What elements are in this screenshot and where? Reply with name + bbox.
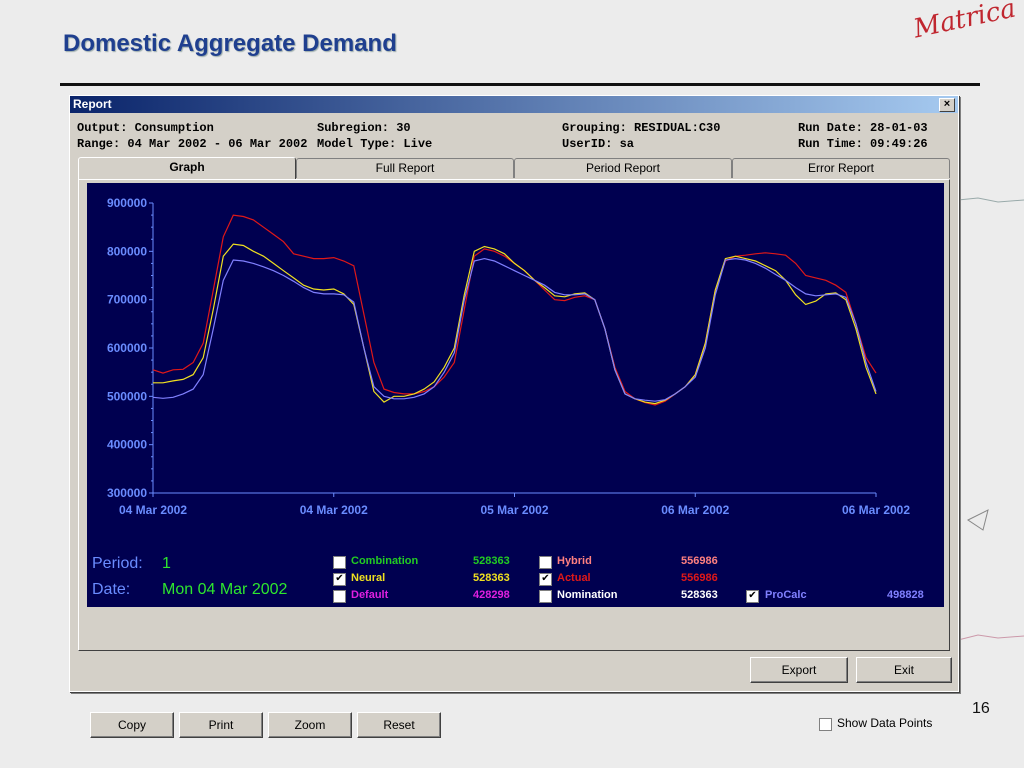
- date-label: Date:: [92, 581, 131, 598]
- x-tick-label: 06 Mar 2002: [661, 503, 729, 517]
- legend-checkbox-combination[interactable]: [333, 556, 346, 569]
- window-title: Report: [73, 97, 112, 111]
- y-tick-label: 800000: [107, 244, 147, 258]
- tab-period-report[interactable]: Period Report: [514, 158, 732, 178]
- show-data-points-checkbox[interactable]: [819, 718, 832, 731]
- legend-value-procalc: 498828: [887, 589, 924, 601]
- legend-value-combination: 528363: [473, 555, 510, 567]
- series-line-neural: [153, 243, 877, 405]
- x-tick-label: 04 Mar 2002: [119, 503, 187, 517]
- zoom-button[interactable]: Zoom: [268, 712, 352, 738]
- export-button[interactable]: Export: [750, 657, 848, 683]
- tab-graph[interactable]: Graph: [78, 157, 296, 179]
- window-titlebar: Report ×: [70, 96, 958, 113]
- matrica-logo: Matrica: [911, 0, 1019, 45]
- graph-panel: 900000 800000 700000 600000 500000 400000 3000…: [78, 179, 950, 738]
- info-model-type: Model Type: Live: [317, 137, 433, 151]
- legend-value-neural: 528363: [473, 572, 510, 584]
- info-subregion: Subregion: 30: [317, 121, 411, 135]
- print-button[interactable]: Print: [179, 712, 263, 738]
- legend-checkbox-procalc[interactable]: ✔: [746, 590, 759, 603]
- y-tick-label: 600000: [107, 341, 147, 355]
- info-run-date: Run Date: 28-01-03: [798, 121, 928, 135]
- copy-button[interactable]: Copy: [90, 712, 174, 738]
- show-data-points-label: Show Data Points: [837, 716, 933, 730]
- legend-label-default: Default: [351, 589, 389, 601]
- legend-checkbox-actual[interactable]: ✔: [539, 573, 552, 586]
- legend-checkbox-default[interactable]: [333, 590, 346, 603]
- legend-label-procalc: ProCalc: [765, 589, 807, 601]
- legend-checkbox-hybrid[interactable]: [539, 556, 552, 569]
- exit-button[interactable]: Exit: [856, 657, 952, 683]
- series-line-procalc: [152, 257, 877, 402]
- series-line-actual: [152, 214, 877, 406]
- y-tick-label: 500000: [107, 389, 147, 403]
- x-tick-label: 06 Mar 2002: [842, 503, 910, 517]
- y-tick-label: 900000: [107, 196, 147, 210]
- reset-button[interactable]: Reset: [357, 712, 441, 738]
- y-tick-label: 400000: [107, 438, 147, 452]
- page-number: 16: [972, 700, 990, 717]
- info-run-time: Run Time: 09:49:26: [798, 137, 928, 151]
- legend-checkbox-nomination[interactable]: [539, 590, 552, 603]
- legend-value-default: 428298: [473, 589, 510, 601]
- tab-error-report[interactable]: Error Report: [732, 158, 950, 178]
- tab-strip: Graph Full Report Period Report Error Re…: [78, 157, 950, 179]
- legend-label-neural: Neural: [351, 572, 386, 584]
- legend-value-actual: 556986: [681, 572, 718, 584]
- report-window: Report × Output: Consumption Range: 04 M…: [69, 95, 959, 738]
- y-tick-label: 700000: [107, 293, 147, 307]
- legend-label-actual: Actual: [557, 572, 591, 584]
- period-label: Period:: [92, 555, 143, 572]
- period-value: 1: [162, 555, 171, 572]
- date-value: Mon 04 Mar 2002: [162, 581, 288, 598]
- legend-label-hybrid: Hybrid: [557, 555, 592, 567]
- info-grouping: Grouping: RESIDUAL:C30: [562, 121, 721, 135]
- y-tick-label: 300000: [107, 486, 147, 500]
- legend-label-nomination: Nomination: [557, 589, 618, 601]
- x-tick-label: 05 Mar 2002: [480, 503, 548, 517]
- info-range: Range: 04 Mar 2002 - 06 Mar 2002: [77, 137, 308, 151]
- title-rule: [60, 83, 980, 86]
- graph-area: 900000 800000 700000 600000 500000 400000 3000…: [87, 183, 944, 607]
- decorative-side-art: [958, 197, 1024, 641]
- line-chart: 900000 800000 700000 600000 500000 400000 3000…: [107, 196, 910, 517]
- info-userid: UserID: sa: [562, 137, 635, 151]
- x-tick-label: 04 Mar 2002: [300, 503, 368, 517]
- slide-title: Domestic Aggregate Demand: [63, 30, 397, 57]
- legend-checkbox-neural[interactable]: ✔: [333, 573, 346, 586]
- close-button[interactable]: ×: [939, 98, 955, 112]
- legend-label-combination: Combination: [351, 555, 419, 567]
- legend-value-nomination: 528363: [681, 589, 718, 601]
- tab-full-report[interactable]: Full Report: [296, 158, 514, 178]
- legend-value-hybrid: 556986: [681, 555, 718, 567]
- info-output: Output: Consumption: [77, 121, 214, 135]
